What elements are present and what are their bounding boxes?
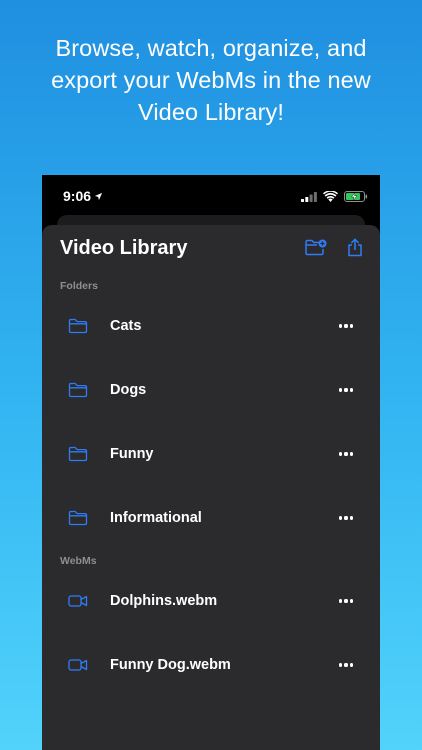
headline-line-2: export your WebMs in the new	[51, 67, 371, 93]
cellular-signal-icon	[301, 189, 317, 207]
page-title: Video Library	[60, 237, 188, 259]
ellipsis-icon	[338, 663, 354, 667]
ellipsis-icon	[338, 388, 354, 392]
more-options-button[interactable]	[334, 508, 358, 528]
folder-name: Cats	[110, 318, 142, 334]
wifi-icon	[323, 189, 338, 207]
ellipsis-icon	[338, 324, 354, 328]
video-camera-icon	[68, 591, 88, 611]
video-camera-icon	[68, 655, 88, 675]
battery-charging-icon	[344, 189, 368, 207]
new-folder-icon	[305, 239, 327, 261]
share-button[interactable]	[343, 238, 367, 262]
folder-row[interactable]: Dogs	[42, 370, 380, 410]
webms-section-label: WebMs	[60, 555, 97, 567]
webm-row[interactable]: Dolphins.webm	[42, 581, 380, 621]
video-library-sheet: Video Library Folders Cats Dogs Funny In…	[42, 225, 380, 750]
share-icon	[347, 238, 363, 262]
more-options-button[interactable]	[334, 655, 358, 675]
folder-row[interactable]: Funny	[42, 434, 380, 474]
ellipsis-icon	[338, 452, 354, 456]
location-arrow-icon	[94, 188, 103, 204]
webm-name: Funny Dog.webm	[110, 657, 231, 673]
folder-name: Funny	[110, 446, 154, 462]
ellipsis-icon	[338, 599, 354, 603]
new-folder-button[interactable]	[304, 238, 328, 262]
folder-name: Dogs	[110, 382, 147, 398]
promo-headline: Browse, watch, organize, and export your…	[0, 32, 422, 128]
folders-section-label: Folders	[60, 280, 98, 292]
folder-icon	[68, 444, 88, 464]
more-options-button[interactable]	[334, 380, 358, 400]
folder-row[interactable]: Informational	[42, 498, 380, 538]
headline-line-3: Video Library!	[138, 99, 284, 125]
folder-icon	[68, 508, 88, 528]
ellipsis-icon	[338, 516, 354, 520]
more-options-button[interactable]	[334, 444, 358, 464]
status-time: 9:06	[63, 188, 92, 204]
status-bar: 9:06	[42, 175, 380, 215]
status-time-group: 9:06	[63, 188, 103, 204]
folder-icon	[68, 316, 88, 336]
folder-name: Informational	[110, 510, 202, 526]
webm-name: Dolphins.webm	[110, 593, 218, 609]
more-options-button[interactable]	[334, 591, 358, 611]
webm-row[interactable]: Funny Dog.webm	[42, 645, 380, 685]
status-icons	[301, 189, 368, 207]
headline-line-1: Browse, watch, organize, and	[55, 35, 367, 61]
folder-icon	[68, 380, 88, 400]
more-options-button[interactable]	[334, 316, 358, 336]
folder-row[interactable]: Cats	[42, 306, 380, 346]
phone-screen: 9:06 Video Library Folders Cats Dogs Fun…	[42, 175, 380, 750]
